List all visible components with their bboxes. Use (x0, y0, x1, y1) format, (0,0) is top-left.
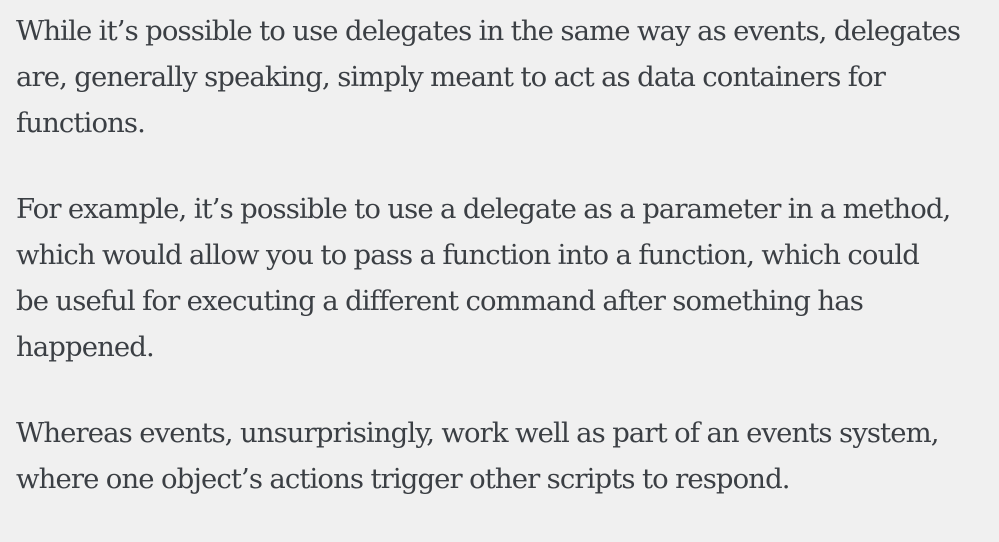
paragraph-line: be useful for executing a different comm… (16, 285, 864, 317)
paragraph-line: functions. (16, 107, 146, 139)
paragraph-line: where one object’s actions trigger other… (16, 463, 791, 495)
paragraph-line: happened. (16, 331, 155, 363)
paragraph-line: While it’s possible to use delegates in … (16, 15, 961, 47)
paragraph-line: are, generally speaking, simply meant to… (16, 61, 886, 93)
paragraph-line: which would allow you to pass a function… (16, 239, 920, 271)
paragraph-events-system: Whereas events, unsurprisingly, work wel… (16, 410, 999, 502)
article-body: While it’s possible to use delegates in … (0, 0, 999, 502)
paragraph-line: Whereas events, unsurprisingly, work wel… (16, 417, 939, 449)
paragraph-delegate-parameter-example: For example, it’s possible to use a dele… (16, 186, 999, 370)
paragraph-line: For example, it’s possible to use a dele… (16, 193, 951, 225)
paragraph-delegates-vs-events: While it’s possible to use delegates in … (16, 8, 999, 146)
